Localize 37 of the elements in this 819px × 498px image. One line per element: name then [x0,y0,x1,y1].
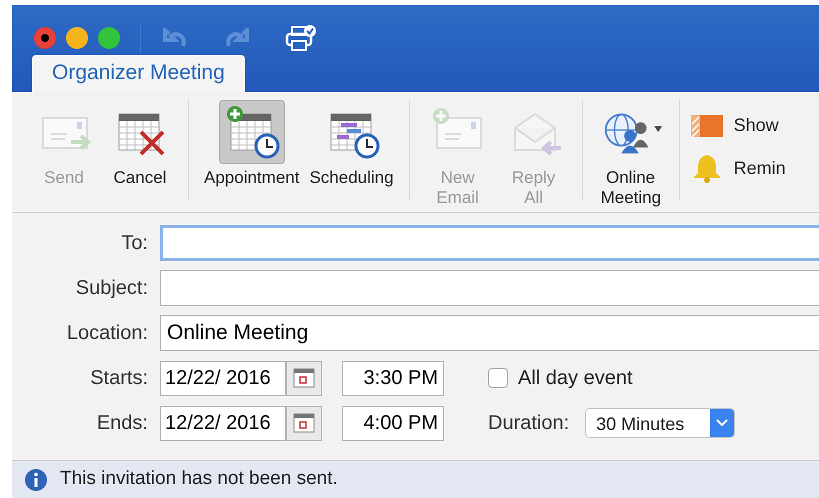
info-message: This invitation has not been sent. [60,467,338,492]
time-field[interactable]: 4:00 PM [342,406,444,440]
ribbon-button[interactable]: Remin [690,153,786,183]
recipient-field[interactable] [160,225,819,261]
all-day-checkbox[interactable] [488,368,508,388]
ribbon-tab[interactable]: Organizer Meeting [32,55,245,92]
date-picker-button[interactable] [286,360,322,396]
duration-dropdown[interactable]: 30 Minutes [585,408,736,438]
date-field[interactable]: 12/22/ 2016 [160,406,286,440]
ribbon-button[interactable]: Show [690,112,786,139]
field-label: Subject: [74,276,148,301]
subject-field[interactable] [160,270,819,306]
calendar-icon [293,412,315,434]
panel-icon [690,114,724,138]
time-field[interactable]: 3:30 PM [342,360,444,396]
chevron-down-icon [716,419,728,427]
ribbon-button[interactable]: Online Meeting [592,100,669,212]
field-label: To: [120,231,148,256]
ribbon-button[interactable]: Cancel [102,100,178,212]
field-label: Location: [66,321,148,346]
ribbon-button[interactable]: Scheduling [304,100,399,212]
location-field[interactable]: Online Meeting [160,315,819,351]
calendar-icon [293,367,315,389]
zoom-button[interactable] [98,27,120,49]
checkbox-label: All day event [518,366,633,391]
print-icon[interactable] [285,24,317,52]
date-field[interactable]: 12/22/ 2016 [160,360,286,396]
redo-icon[interactable] [223,28,251,48]
undo-icon[interactable] [161,28,189,48]
close-button[interactable] [34,27,56,49]
field-label: Duration: [488,411,570,436]
minimize-button[interactable] [66,27,88,49]
field-label: Ends: [96,411,148,436]
ribbon-button[interactable]: Appointment [199,100,304,212]
date-picker-button[interactable] [286,406,322,440]
field-label: Starts: [89,366,148,391]
info-icon [24,468,48,492]
